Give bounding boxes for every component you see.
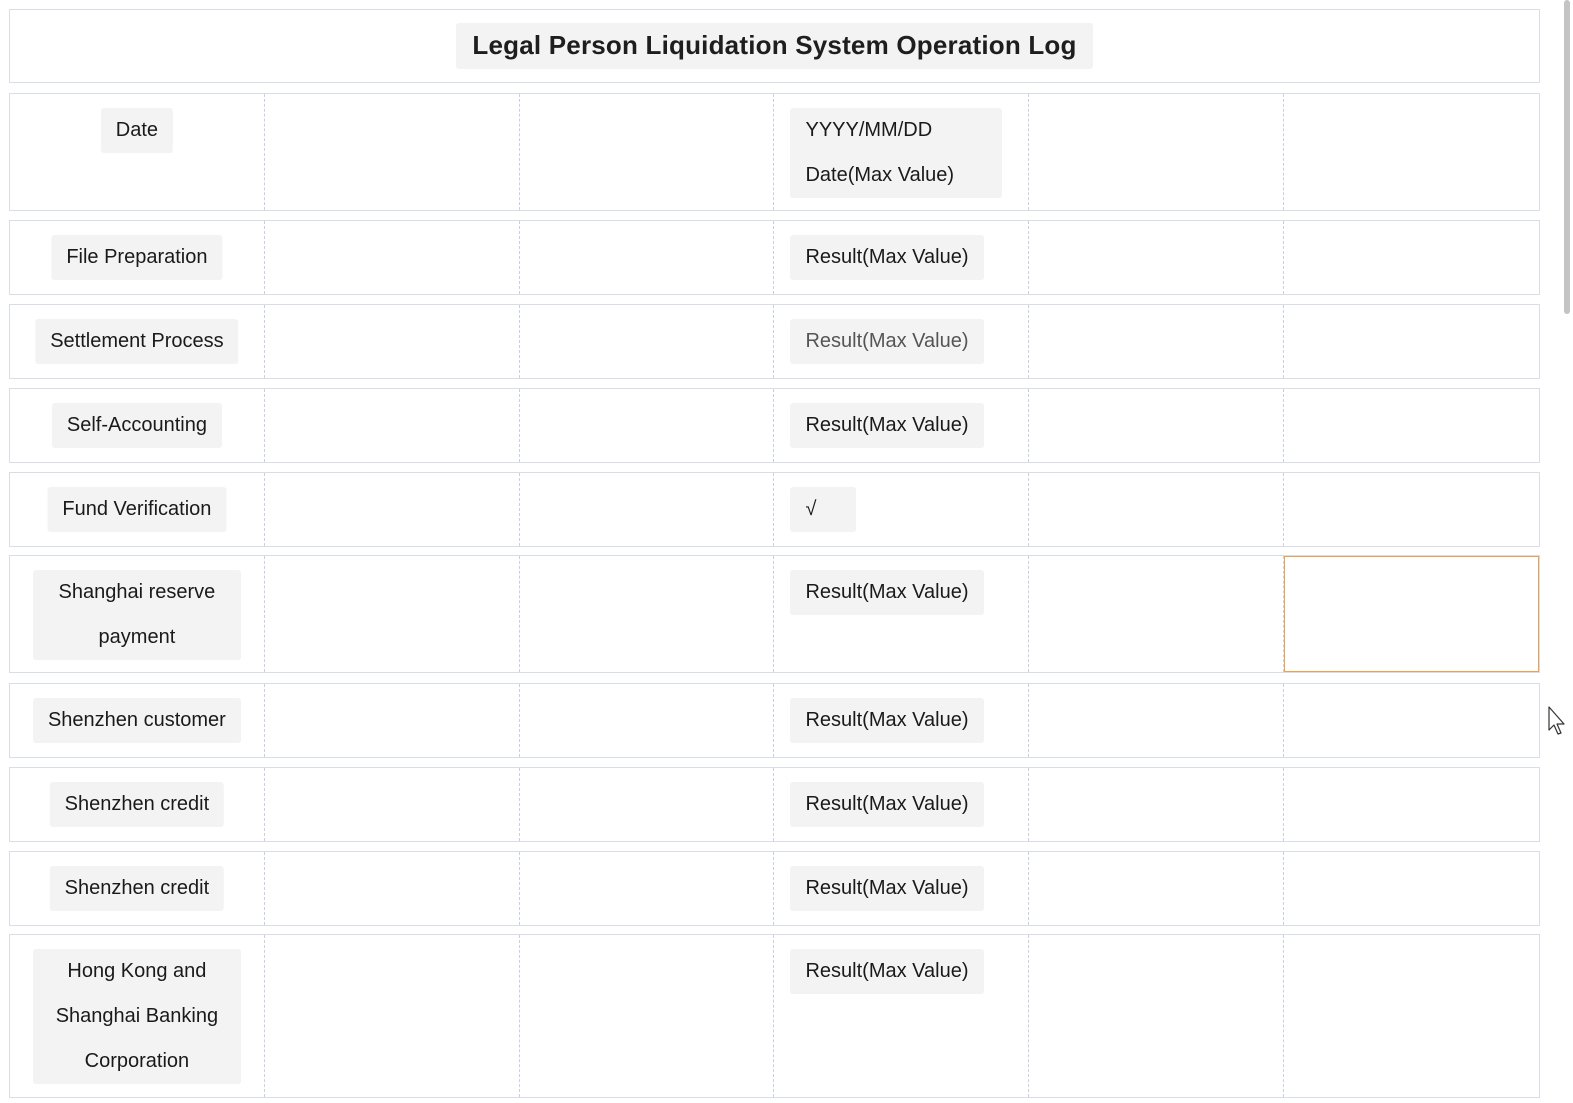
row-value-file-preparation: Result(Max Value) — [790, 235, 984, 280]
empty-cell[interactable] — [1284, 221, 1539, 294]
table-row-fund-verification: Fund Verification √ — [9, 472, 1540, 547]
row-value-shenzhen-customer: Result(Max Value) — [790, 698, 984, 743]
empty-cell[interactable] — [520, 684, 775, 757]
value-cell[interactable]: Result(Max Value) — [774, 389, 1030, 462]
label-cell[interactable]: Shenzhen customer — [10, 684, 265, 757]
row-label-file-preparation: File Preparation — [51, 235, 223, 280]
page-title: Legal Person Liquidation System Operatio… — [456, 23, 1093, 69]
empty-cell[interactable] — [520, 94, 775, 210]
empty-cell[interactable] — [265, 305, 520, 378]
row-value-shenzhen-credit: Result(Max Value) — [790, 782, 984, 827]
table-row-shanghai-reserve-payment: Shanghai reserve payment Result(Max Valu… — [9, 555, 1540, 673]
row-value-shanghai-reserve-payment: Result(Max Value) — [790, 570, 984, 615]
empty-cell[interactable] — [265, 221, 520, 294]
row-label-shenzhen-customer: Shenzhen customer — [32, 698, 241, 743]
row-label-fund-verification: Fund Verification — [47, 487, 227, 532]
label-cell[interactable]: Fund Verification — [10, 473, 265, 546]
empty-cell[interactable] — [1029, 389, 1285, 462]
checkmark-icon: √ — [790, 487, 857, 532]
mouse-cursor-icon — [1548, 706, 1565, 735]
empty-cell[interactable] — [520, 852, 775, 925]
selected-cell[interactable] — [1284, 556, 1539, 672]
label-cell[interactable]: Shanghai reserve payment — [10, 556, 265, 672]
empty-cell[interactable] — [265, 473, 520, 546]
label-cell[interactable]: File Preparation — [10, 221, 265, 294]
value-cell[interactable]: Result(Max Value) — [774, 768, 1030, 841]
value-cell[interactable]: YYYY/MM/DD Date(Max Value) — [774, 94, 1030, 210]
table-row-self-accounting: Self-Accounting Result(Max Value) — [9, 388, 1540, 463]
empty-cell[interactable] — [520, 935, 775, 1097]
label-cell[interactable]: Shenzhen credit — [10, 852, 265, 925]
empty-cell[interactable] — [265, 768, 520, 841]
empty-cell[interactable] — [1284, 935, 1539, 1097]
label-cell[interactable]: Self-Accounting — [10, 389, 265, 462]
empty-cell[interactable] — [265, 935, 520, 1097]
table-row-shenzhen-credit: Shenzhen credit Result(Max Value) — [9, 767, 1540, 842]
row-value-settlement-process: Result(Max Value) — [790, 319, 984, 364]
empty-cell[interactable] — [1029, 852, 1285, 925]
row-label-hsbc: Hong Kong and Shanghai Banking Corporati… — [32, 949, 241, 1084]
row-label-date: Date — [100, 108, 174, 153]
row-label-shanghai-reserve-payment: Shanghai reserve payment — [32, 570, 241, 660]
cell-selection-outline — [1284, 556, 1539, 672]
empty-cell[interactable] — [265, 684, 520, 757]
title-row: Legal Person Liquidation System Operatio… — [9, 9, 1540, 83]
date-max-value-text: Date(Max Value) — [805, 164, 955, 186]
empty-cell[interactable] — [1029, 473, 1285, 546]
row-value-hsbc: Result(Max Value) — [790, 949, 984, 994]
value-cell[interactable]: √ — [774, 473, 1030, 546]
empty-cell[interactable] — [1029, 935, 1285, 1097]
value-cell[interactable]: Result(Max Value) — [774, 305, 1030, 378]
empty-cell[interactable] — [1029, 305, 1285, 378]
empty-cell[interactable] — [1029, 768, 1285, 841]
row-label-shenzhen-credit: Shenzhen credit — [49, 782, 225, 827]
value-cell[interactable]: Result(Max Value) — [774, 556, 1030, 672]
value-cell[interactable]: Result(Max Value) — [774, 221, 1030, 294]
table-row-settlement-process: Settlement Process Result(Max Value) — [9, 304, 1540, 379]
vertical-scrollbar[interactable] — [1564, 0, 1570, 314]
empty-cell[interactable] — [1284, 473, 1539, 546]
label-cell[interactable]: Shenzhen credit — [10, 768, 265, 841]
empty-cell[interactable] — [265, 389, 520, 462]
empty-cell[interactable] — [265, 94, 520, 210]
empty-cell[interactable] — [520, 221, 775, 294]
value-cell[interactable]: Result(Max Value) — [774, 852, 1030, 925]
empty-cell[interactable] — [1284, 768, 1539, 841]
empty-cell[interactable] — [1029, 221, 1285, 294]
row-label-self-accounting: Self-Accounting — [51, 403, 222, 448]
row-value-date: YYYY/MM/DD Date(Max Value) — [790, 108, 1003, 198]
table-row-hsbc: Hong Kong and Shanghai Banking Corporati… — [9, 934, 1540, 1098]
label-cell[interactable]: Date — [10, 94, 265, 210]
empty-cell[interactable] — [265, 852, 520, 925]
table-row-shenzhen-credit-2: Shenzhen credit Result(Max Value) — [9, 851, 1540, 926]
table-row-file-preparation: File Preparation Result(Max Value) — [9, 220, 1540, 295]
empty-cell[interactable] — [1029, 684, 1285, 757]
row-label-shenzhen-credit-2: Shenzhen credit — [49, 866, 225, 911]
empty-cell[interactable] — [1284, 684, 1539, 757]
table-row-date: Date YYYY/MM/DD Date(Max Value) — [9, 93, 1540, 211]
value-cell[interactable]: Result(Max Value) — [774, 935, 1030, 1097]
row-label-settlement-process: Settlement Process — [35, 319, 239, 364]
value-cell[interactable]: Result(Max Value) — [774, 684, 1030, 757]
empty-cell[interactable] — [1284, 94, 1539, 210]
empty-cell[interactable] — [520, 305, 775, 378]
empty-cell[interactable] — [1284, 305, 1539, 378]
label-cell[interactable]: Hong Kong and Shanghai Banking Corporati… — [10, 935, 265, 1097]
empty-cell[interactable] — [1284, 389, 1539, 462]
empty-cell[interactable] — [265, 556, 520, 672]
empty-cell[interactable] — [520, 389, 775, 462]
row-value-self-accounting: Result(Max Value) — [790, 403, 984, 448]
empty-cell[interactable] — [1029, 556, 1285, 672]
empty-cell[interactable] — [520, 768, 775, 841]
empty-cell[interactable] — [1284, 852, 1539, 925]
row-value-shenzhen-credit-2: Result(Max Value) — [790, 866, 984, 911]
empty-cell[interactable] — [520, 556, 775, 672]
empty-cell[interactable] — [1029, 94, 1285, 210]
date-format-text: YYYY/MM/DD — [805, 119, 933, 141]
empty-cell[interactable] — [520, 473, 775, 546]
label-cell[interactable]: Settlement Process — [10, 305, 265, 378]
table-row-shenzhen-customer: Shenzhen customer Result(Max Value) — [9, 683, 1540, 758]
